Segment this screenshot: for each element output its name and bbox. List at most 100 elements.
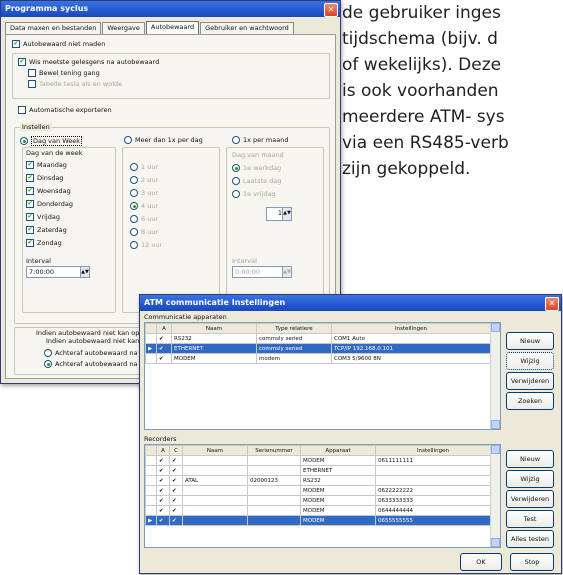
spin-icon[interactable]: ▲▼ <box>282 267 291 277</box>
close-icon[interactable]: ✕ <box>545 297 559 311</box>
month-option[interactable]: Laatste dag <box>232 177 281 185</box>
radio[interactable] <box>232 190 240 198</box>
column-header[interactable]: Naam <box>182 445 248 456</box>
checkbox[interactable]: ✔ <box>12 40 20 48</box>
radio[interactable] <box>44 360 52 368</box>
c-checkbox[interactable]: ✔ <box>169 515 183 526</box>
checkbox[interactable]: ✔ <box>26 161 34 169</box>
month-option[interactable]: 1e vrijdag <box>232 190 276 198</box>
tab-data[interactable]: Data maxen en bestanden <box>5 22 102 34</box>
a-checkbox[interactable]: ✔ <box>156 505 170 516</box>
checkbox[interactable]: ✔ <box>18 58 26 66</box>
scroll-up-icon[interactable] <box>491 323 500 332</box>
radio[interactable] <box>232 136 240 144</box>
comm-scrollbar[interactable] <box>490 323 500 429</box>
c-checkbox[interactable]: ✔ <box>169 455 183 466</box>
mode-each-day-radio[interactable]: Meer dan 1x per dag <box>124 136 203 144</box>
tab-autoread[interactable]: Autobewaard <box>145 21 200 35</box>
c-checkbox[interactable]: ✔ <box>169 465 183 476</box>
table-row[interactable]: ✔ ✔ MODEM 0611111111 <box>145 455 491 466</box>
column-header[interactable] <box>145 323 157 334</box>
checkbox[interactable]: ✔ <box>26 187 34 195</box>
comm-new-button[interactable]: Nieuw <box>506 332 554 350</box>
rec-new-button[interactable]: Nieuw <box>506 450 554 468</box>
column-header[interactable]: Instellingen <box>331 323 491 334</box>
sub-option-2[interactable]: Tabelle tesla als en wolde <box>28 80 122 88</box>
rec-edit-button[interactable]: Wijzig <box>506 470 554 488</box>
day-option[interactable]: ✔ Zaterdag <box>26 226 67 234</box>
recorders-scrollbar[interactable] <box>490 445 500 547</box>
time-slot[interactable]: 4 uur <box>130 202 158 210</box>
rec-delete-button[interactable]: Verwijderen <box>506 490 554 508</box>
time-slot[interactable]: 2 uur <box>130 176 158 184</box>
enabled-checkbox[interactable]: ✔ <box>156 333 172 344</box>
mode-days-radio[interactable]: Dag van Week <box>20 136 83 146</box>
c-checkbox[interactable]: ✔ <box>169 475 183 486</box>
time-slot[interactable]: 6 uur <box>130 215 158 223</box>
table-row[interactable]: ✔ ✔ ETHERNET <box>145 465 491 476</box>
fallback-option-2[interactable]: Achteraf autobewaard na <box>44 360 137 368</box>
table-row[interactable]: ✔ ✔ MODEM 0633333333 <box>145 495 491 506</box>
a-checkbox[interactable]: ✔ <box>156 475 170 486</box>
ok-button[interactable]: OK <box>460 553 502 571</box>
radio[interactable] <box>44 349 52 357</box>
radio[interactable] <box>124 136 132 144</box>
day-option[interactable]: ✔ Dinsdag <box>26 174 64 182</box>
time-slot[interactable]: 1 uur <box>130 163 158 171</box>
table-row[interactable]: ▶ ✔ ✔ MODEM 0655555555 <box>145 515 491 526</box>
month-time-input[interactable]: 0:00:00 ▲▼ <box>232 266 292 278</box>
day-option[interactable]: ✔ Zondag <box>26 239 62 247</box>
column-header[interactable] <box>145 445 157 456</box>
radio[interactable] <box>130 215 138 223</box>
c-checkbox[interactable]: ✔ <box>169 495 183 506</box>
time-slot[interactable]: 12 uur <box>130 241 162 249</box>
time-slot[interactable]: 3 uur <box>130 189 158 197</box>
a-checkbox[interactable]: ✔ <box>156 485 170 496</box>
auto-read-option[interactable]: ✔ Autobewaard niet maden <box>12 40 105 48</box>
enabled-checkbox[interactable]: ✔ <box>156 343 172 354</box>
column-header[interactable]: Naam <box>171 323 257 334</box>
delete-after-read-option[interactable]: ✔ Wis meetste gelesgens na autobewaard <box>18 58 159 66</box>
radio[interactable] <box>130 163 138 171</box>
comm-delete-button[interactable]: Verwijderen <box>506 372 554 390</box>
radio[interactable] <box>20 137 28 145</box>
rec-test-button[interactable]: Test <box>506 510 554 528</box>
a-checkbox[interactable]: ✔ <box>156 465 170 476</box>
interval-input[interactable]: 7:00:00 ▲▼ <box>26 266 90 278</box>
column-header[interactable]: Instellingen <box>375 445 491 456</box>
column-header[interactable]: C <box>169 445 183 456</box>
table-row[interactable]: ✔ RS232 commsly seried COM1 Auto <box>145 333 491 344</box>
table-row[interactable]: ✔ ✔ MODEM 0644444444 <box>145 505 491 516</box>
column-header[interactable]: Type relatiere <box>256 323 332 334</box>
a-checkbox[interactable]: ✔ <box>156 455 170 466</box>
radio[interactable] <box>130 241 138 249</box>
checkbox[interactable]: ✔ <box>26 200 34 208</box>
day-option[interactable]: ✔ Woensdag <box>26 187 71 195</box>
checkbox[interactable]: ✔ <box>26 239 34 247</box>
table-row[interactable]: ✔ MODEM modem COM3 5/9600 8N <box>145 353 491 364</box>
checkbox[interactable] <box>18 106 26 114</box>
checkbox[interactable]: ✔ <box>26 213 34 221</box>
radio[interactable] <box>130 228 138 236</box>
checkbox[interactable]: ✔ <box>26 174 34 182</box>
tab-users[interactable]: Gebruiker en wachtwoord <box>200 22 294 34</box>
stop-button[interactable]: Stop <box>510 553 554 571</box>
month-day-input[interactable]: 1 ▲▼ <box>266 207 292 221</box>
c-checkbox[interactable]: ✔ <box>169 505 183 516</box>
radio[interactable] <box>232 177 240 185</box>
enabled-checkbox[interactable]: ✔ <box>156 353 172 364</box>
comm-search-button[interactable]: Zoeken <box>506 392 554 410</box>
column-header[interactable]: A <box>156 323 172 334</box>
table-row[interactable]: ▶ ✔ ETHERNET commsly seried TCP/IP 192.1… <box>145 343 491 354</box>
close-icon[interactable]: ✕ <box>324 3 338 17</box>
checkbox[interactable] <box>28 80 36 88</box>
auto-export-option[interactable]: Automatische exporteren <box>18 106 112 114</box>
column-header[interactable]: A <box>156 445 170 456</box>
column-header[interactable]: Serienummer <box>247 445 301 456</box>
scroll-down-icon[interactable] <box>491 420 500 429</box>
table-row[interactable]: ✔ ✔ MODEM 0622222222 <box>145 485 491 496</box>
spin-icon[interactable]: ▲▼ <box>80 267 89 277</box>
radio[interactable] <box>130 202 138 210</box>
month-option[interactable]: 1e werkdag <box>232 164 281 172</box>
scroll-down-icon[interactable] <box>491 538 500 547</box>
